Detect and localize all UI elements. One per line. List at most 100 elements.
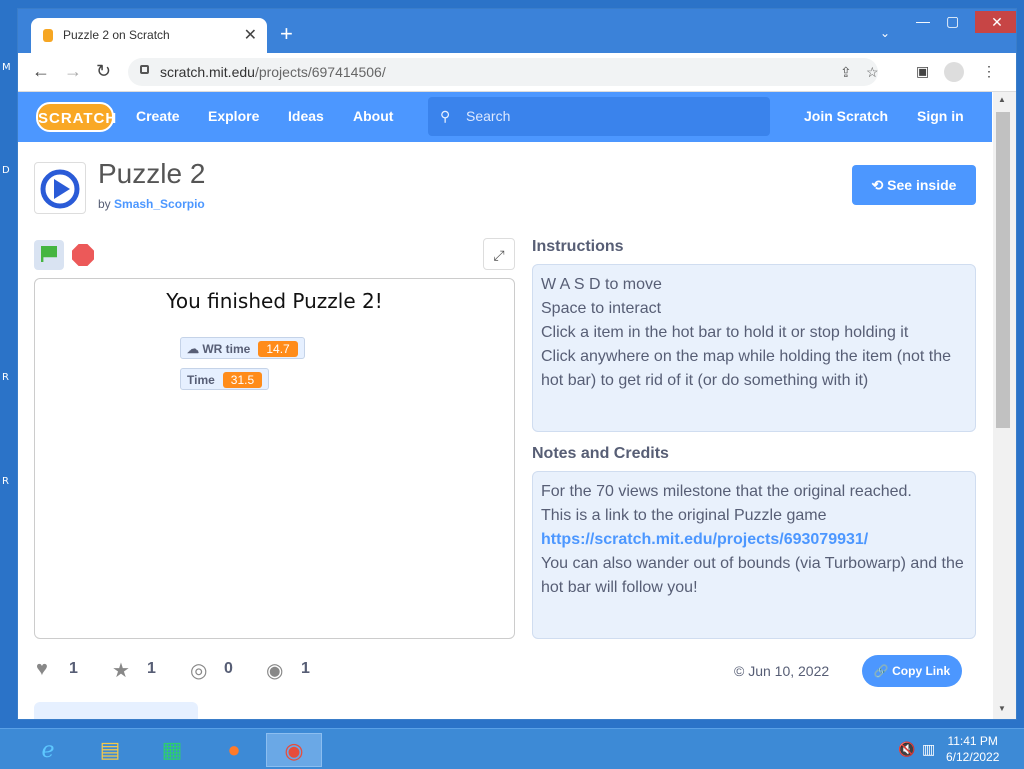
wr-time-monitor: ☁ WR time 14.7 [180,337,305,359]
scratch-header: SCRATCH Create Explore Ideas About ⚲ Joi… [18,92,992,142]
nav-about[interactable]: About [353,108,393,124]
browser-toolbar: ← → ↻ scratch.mit.edu/projects/697414506… [18,53,1016,92]
heart-icon[interactable]: ♥ [36,658,48,681]
headphones-icon [40,169,80,209]
fullscreen-icon[interactable]: ⤢ [483,238,515,270]
time-monitor: Time 31.5 [180,368,270,390]
green-flag-button[interactable] [34,240,64,270]
tab-close-icon[interactable]: ✕ [244,25,257,45]
firefox-icon[interactable]: ● [206,733,262,767]
nav-ideas[interactable]: Ideas [288,108,324,124]
stop-button[interactable] [72,244,94,266]
see-inside-icon: ⟲ [871,177,888,193]
stage-message: You finished Puzzle 2! [166,289,383,313]
menu-kebab-icon[interactable]: ⋮ [982,63,996,80]
remix-icon: ◎ [190,660,208,682]
notes-line: This is a link to the original Puzzle ga… [541,507,827,524]
profile-avatar-icon[interactable] [944,62,964,82]
ie-icon[interactable]: ℯ [20,733,76,767]
back-icon[interactable]: ← [32,62,50,80]
scratch-favicon-icon [43,29,53,42]
studio-box [34,702,198,719]
window-close-button[interactable]: ✕ [975,11,1016,33]
reload-icon[interactable]: ↻ [96,62,111,80]
see-inside-button[interactable]: ⟲ See inside [852,165,976,205]
remix-count: 0 [224,660,233,677]
scroll-up-icon[interactable]: ▲ [998,95,1006,104]
search-input[interactable] [464,107,758,125]
url-host: scratch.mit.edu [160,64,255,80]
instruction-line: Click a item in the hot bar to hold it o… [541,324,909,341]
side-panel-icon[interactable]: ▣ [916,63,929,80]
notes-line: You can also wander out of bounds (via T… [541,555,964,596]
desktop-icon-label: R [2,372,9,383]
page-scrollbar[interactable]: ▲ ▼ [993,92,1016,719]
project-byline: by Smash_Scorpio [98,197,205,211]
tab-strip: Puzzle 2 on Scratch ✕ + ⌄ — ▢ ✕ [18,9,1016,53]
clock-date: 6/12/2022 [946,750,1000,764]
see-inside-label: See inside [887,177,957,193]
url-path: /projects/697414506/ [254,64,386,80]
lock-icon [140,65,149,74]
instruction-line: Space to interact [541,300,662,317]
file-explorer-icon[interactable]: ▤ [82,733,138,767]
monitor-label: Time [187,373,215,387]
copy-link-button[interactable]: 🔗 Copy Link [862,655,962,687]
project-title: Puzzle 2 [98,158,206,189]
love-count: 1 [69,660,78,677]
system-clock[interactable]: 11:41 PM 6/12/2022 [946,733,999,765]
project-date: © Jun 10, 2022 [734,663,830,679]
green-flag-icon [41,246,57,262]
bookmark-star-icon[interactable]: ☆ [866,64,879,81]
scratch-page: SCRATCH Create Explore Ideas About ⚲ Joi… [18,92,992,719]
volume-muted-icon[interactable]: 🔇 [898,741,915,758]
monitor-value: 14.7 [258,341,298,357]
by-label: by [98,197,111,211]
instruction-line: Click anywhere on the map while holding … [541,348,951,389]
author-link[interactable]: Smash_Scorpio [114,197,205,211]
notes-line: For the 70 views milestone that the orig… [541,483,912,500]
browser-window: Puzzle 2 on Scratch ✕ + ⌄ — ▢ ✕ ← → ↻ sc… [17,8,1017,720]
favorite-count: 1 [147,660,156,677]
tab-title: Puzzle 2 on Scratch [63,28,170,42]
views-eye-icon: ◉ [266,660,284,682]
notes-box: For the 70 views milestone that the orig… [532,471,976,639]
instruction-line: W A S D to move [541,276,662,293]
instructions-heading: Instructions [532,238,624,255]
star-icon[interactable]: ★ [112,658,130,683]
taskbar: ℯ ▤ ▦ ● ◉ 🔇 ▥ 11:41 PM 6/12/2022 [0,728,1024,769]
monitor-value: 31.5 [222,372,263,388]
scrollbar-thumb[interactable] [996,112,1010,428]
address-bar[interactable]: scratch.mit.edu/projects/697414506/ ⇪ ☆ [128,58,879,86]
desktop-icon-label: R [2,476,9,487]
search-box: ⚲ [428,97,770,136]
project-thumbnail [34,162,86,214]
clock-time: 11:41 PM [947,734,998,748]
link-icon: 🔗 [873,664,893,678]
new-tab-button[interactable]: + [280,23,293,45]
original-project-link[interactable]: https://scratch.mit.edu/projects/6930799… [541,531,868,548]
network-icon[interactable]: ▥ [922,741,935,758]
tab-search-chevron-icon[interactable]: ⌄ [880,26,890,40]
nav-explore[interactable]: Explore [208,108,259,124]
maximize-icon[interactable]: ▢ [946,13,959,30]
minimize-icon[interactable]: — [916,13,930,29]
desktop-icon-label: D [2,165,10,176]
desktop-icon-label: M [2,62,11,73]
chrome-icon[interactable]: ◉ [266,733,322,767]
share-icon[interactable]: ⇪ [840,64,852,81]
copy-link-label: Copy Link [892,664,951,678]
scratch-logo[interactable]: SCRATCH [36,102,116,132]
browser-tab[interactable]: Puzzle 2 on Scratch ✕ [31,18,267,53]
join-scratch-link[interactable]: Join Scratch [804,108,888,124]
scroll-down-icon[interactable]: ▼ [998,704,1006,713]
forward-icon[interactable]: → [64,62,82,80]
search-icon: ⚲ [440,108,451,124]
project-stage[interactable]: You finished Puzzle 2! ☁ WR time 14.7 Tim… [34,278,515,639]
nav-create[interactable]: Create [136,108,180,124]
store-icon[interactable]: ▦ [144,733,200,767]
instructions-box: W A S D to move Space to interact Click … [532,264,976,432]
url-text[interactable]: scratch.mit.edu/projects/697414506/ [160,64,386,80]
notes-heading: Notes and Credits [532,445,669,462]
sign-in-link[interactable]: Sign in [917,108,964,124]
